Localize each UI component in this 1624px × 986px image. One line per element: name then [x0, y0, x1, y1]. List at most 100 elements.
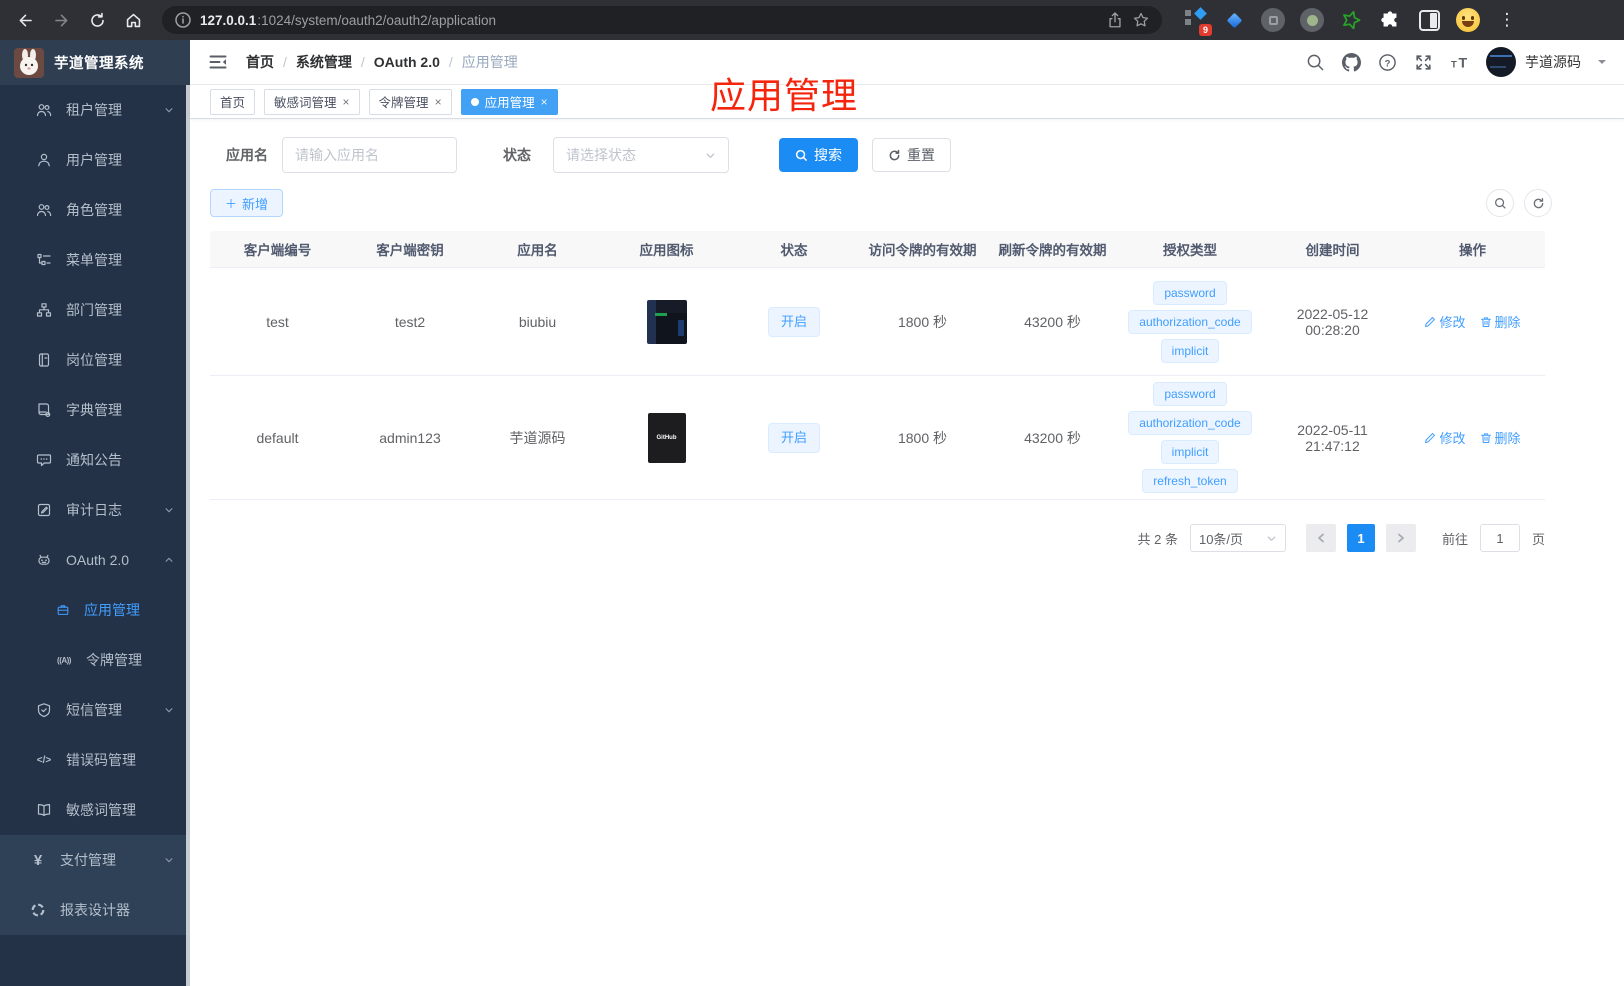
- browser-menu-icon[interactable]: ⋮: [1494, 7, 1520, 33]
- chevron-down-icon: [165, 858, 173, 863]
- close-icon[interactable]: ×: [435, 95, 442, 109]
- share-icon[interactable]: [1106, 11, 1124, 29]
- sidebar-item-label: 错误码管理: [66, 752, 136, 768]
- extension-command-icon[interactable]: [1260, 7, 1286, 33]
- search-button[interactable]: 搜索: [779, 138, 858, 172]
- bookmark-star-icon[interactable]: [1132, 11, 1150, 29]
- status-badge: 开启: [767, 306, 820, 337]
- next-page-button[interactable]: [1385, 524, 1416, 552]
- close-icon[interactable]: ×: [343, 95, 350, 109]
- extension-tag-manager-icon[interactable]: 9: [1182, 7, 1212, 36]
- audit-log-icon: [37, 503, 51, 517]
- sidebar-item-dict[interactable]: 字典管理: [0, 385, 190, 435]
- tab-sensitive-word[interactable]: 敏感词管理 ×: [264, 88, 360, 115]
- refresh-table-button[interactable]: [1524, 189, 1552, 217]
- sidebar-item-user[interactable]: 用户管理: [0, 135, 190, 185]
- reload-button[interactable]: [82, 5, 112, 35]
- tab-token[interactable]: 令牌管理 ×: [368, 88, 452, 115]
- dictionary-icon: [38, 403, 51, 418]
- forward-button[interactable]: [46, 5, 76, 35]
- sidebar-item-report-designer[interactable]: 报表设计器: [0, 885, 190, 935]
- extension-emoji-icon[interactable]: [1455, 7, 1481, 33]
- fullscreen-icon[interactable]: [1414, 53, 1433, 72]
- add-button[interactable]: ＋ 新增: [210, 189, 284, 217]
- collapse-sidebar-icon[interactable]: [208, 52, 228, 72]
- status-select[interactable]: 请选择状态: [553, 137, 729, 173]
- segmented-circle-icon: [31, 903, 45, 917]
- delete-link[interactable]: 删除: [1480, 312, 1521, 331]
- user-avatar[interactable]: [1486, 47, 1516, 77]
- sidebar-item-notice[interactable]: 通知公告: [0, 435, 190, 485]
- sidebar-item-label: 字典管理: [66, 402, 122, 418]
- chevron-right-icon: [1398, 533, 1404, 543]
- sidebar-item-menu[interactable]: 菜单管理: [0, 235, 190, 285]
- font-size-icon[interactable]: TT: [1450, 53, 1469, 72]
- cell-created-at: 2022-05-12 00:28:20: [1296, 305, 1369, 338]
- app-name-input[interactable]: [282, 137, 457, 173]
- help-icon[interactable]: ?: [1378, 53, 1397, 72]
- chevron-down-icon: [1267, 535, 1276, 541]
- github-icon[interactable]: [1342, 52, 1361, 72]
- id-badge-icon: [38, 353, 50, 367]
- sidebar-item-label: 菜单管理: [66, 252, 122, 268]
- grant-type-tag: password: [1153, 382, 1227, 406]
- sidebar-item-oauth[interactable]: OAuth 2.0: [0, 535, 190, 585]
- toggle-search-button[interactable]: [1486, 189, 1514, 217]
- extension-sidepanel-icon[interactable]: [1416, 7, 1442, 33]
- sidebar-item-audit[interactable]: 审计日志: [0, 485, 190, 535]
- sidebar-item-sensitiveword[interactable]: 敏感词管理: [0, 785, 190, 835]
- sidebar-item-tenant[interactable]: 租户管理: [0, 85, 190, 135]
- applications-table: 客户端编号 客户端密钥 应用名 应用图标 状态 访问令牌的有效期 刷新令牌的有效…: [210, 231, 1545, 500]
- search-icon[interactable]: [1306, 53, 1325, 72]
- sidebar-item-oauth-application[interactable]: 应用管理: [0, 585, 190, 635]
- sidebar-item-dept[interactable]: 部门管理: [0, 285, 190, 335]
- goto-page-input[interactable]: [1479, 524, 1520, 552]
- sidebar-item-errorcode[interactable]: </> 错误码管理: [0, 735, 190, 785]
- sidebar-item-post[interactable]: 岗位管理: [0, 335, 190, 385]
- sidebar-item-role[interactable]: 角色管理: [0, 185, 190, 235]
- sidebar-item-oauth-token[interactable]: ((A)) 令牌管理: [0, 635, 190, 685]
- breadcrumb: 首页 / 系统管理 / OAuth 2.0 / 应用管理: [246, 52, 518, 72]
- breadcrumb-oauth[interactable]: OAuth 2.0: [374, 54, 440, 70]
- app-logo[interactable]: 芋道管理系统: [0, 40, 190, 85]
- home-button[interactable]: [118, 5, 148, 35]
- cell-secret: admin123: [379, 429, 441, 446]
- back-button[interactable]: [10, 5, 40, 35]
- tab-application[interactable]: 应用管理 ×: [460, 88, 558, 115]
- edit-link[interactable]: 修改: [1424, 312, 1466, 331]
- extension-puzzle-icon[interactable]: [1377, 7, 1403, 33]
- delete-link[interactable]: 删除: [1480, 428, 1521, 447]
- edit-link[interactable]: 修改: [1424, 428, 1466, 447]
- plus-icon: ＋: [225, 196, 238, 211]
- page-size-select[interactable]: 10条/页: [1189, 524, 1286, 552]
- reset-button[interactable]: 重置: [872, 138, 951, 172]
- close-icon[interactable]: ×: [541, 95, 548, 109]
- cell-app-name: 芋道源码: [509, 429, 566, 446]
- extension-gem-icon[interactable]: [1221, 7, 1247, 33]
- sidebar-menu: 租户管理 用户管理 角色管理 菜单管理 部门管理 岗位管理 字典管理 通知公告 …: [0, 85, 190, 986]
- sidebar-item-sms[interactable]: 短信管理: [0, 685, 190, 735]
- refresh-icon: [1533, 197, 1543, 208]
- user-name[interactable]: 芋道源码: [1525, 52, 1581, 72]
- sidebar: 芋道管理系统 租户管理 用户管理 角色管理 菜单管理 部门管理 岗位管理 字典管…: [0, 40, 190, 986]
- sidebar-item-label: 应用管理: [84, 602, 140, 618]
- tab-home[interactable]: 首页: [210, 88, 256, 115]
- open-book-icon: [37, 804, 51, 816]
- prev-page-button[interactable]: [1305, 524, 1336, 552]
- address-bar[interactable]: 127.0.0.1:1024/system/oauth2/oauth2/appl…: [162, 6, 1162, 34]
- grant-type-tag: implicit: [1160, 440, 1220, 464]
- breadcrumb-system[interactable]: 系统管理: [296, 52, 352, 72]
- current-page[interactable]: 1: [1346, 524, 1375, 552]
- user-menu-caret-icon[interactable]: [1598, 60, 1606, 68]
- grant-type-tag: implicit: [1160, 338, 1220, 363]
- extension-recorder-icon[interactable]: [1299, 7, 1325, 33]
- status-badge: 开启: [767, 422, 820, 453]
- extension-star-icon[interactable]: [1338, 7, 1364, 33]
- page-unit-label: 页: [1531, 531, 1545, 547]
- column-header: 客户端编号: [243, 243, 312, 258]
- breadcrumb-home[interactable]: 首页: [246, 52, 274, 72]
- column-header: 访问令牌的有效期: [868, 243, 977, 258]
- sidebar-item-pay[interactable]: ¥ 支付管理: [0, 835, 190, 885]
- url-host: 127.0.0.1: [200, 12, 257, 28]
- site-info-icon[interactable]: [174, 11, 192, 29]
